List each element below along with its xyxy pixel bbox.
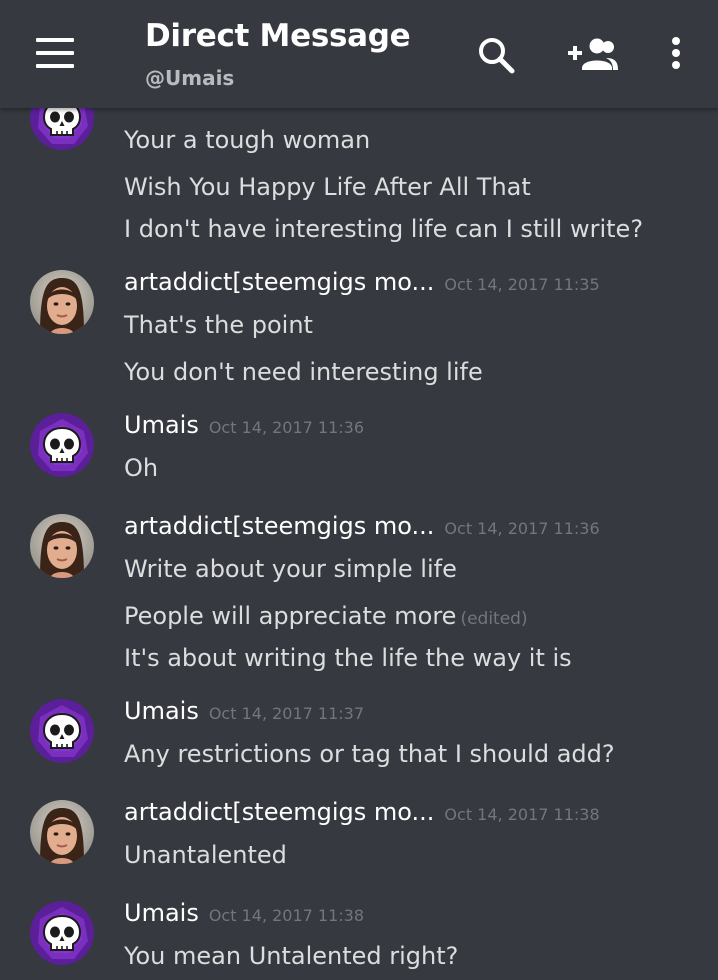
timestamp: Oct 14, 2017 11:36 [208, 418, 365, 437]
timestamp: Oct 14, 2017 11:38 [208, 906, 365, 925]
message-text: You don't need interesting life [124, 358, 483, 386]
message-header: artaddict[steemgigs mo... Oct 14, 2017 11… [124, 512, 600, 540]
skull-avatar-icon [30, 699, 94, 763]
message-text-edited: People will appreciate more (edited) [124, 602, 528, 630]
message-header: Umais Oct 14, 2017 11:37 [124, 697, 364, 725]
app-bar: Direct Message @Umais [0, 0, 718, 108]
user-photo-icon [30, 514, 94, 578]
message-list[interactable]: Your a tough woman Wish You Happy Life A… [0, 0, 718, 980]
avatar[interactable] [30, 270, 94, 334]
menu-icon[interactable] [36, 38, 76, 68]
more-vert-icon[interactable] [658, 34, 694, 74]
author-name[interactable]: artaddict[steemgigs mo... [124, 268, 434, 296]
author-name[interactable]: artaddict[steemgigs mo... [124, 798, 434, 826]
message-header: artaddict[steemgigs mo... Oct 14, 2017 11… [124, 798, 600, 826]
message-text: I don't have interesting life can I stil… [124, 215, 644, 243]
search-icon[interactable] [474, 34, 518, 74]
timestamp: Oct 14, 2017 11:35 [444, 275, 600, 294]
avatar[interactable] [30, 800, 94, 864]
timestamp: Oct 14, 2017 11:37 [208, 704, 365, 723]
message-text: You mean Untalented right? [124, 942, 459, 970]
message-text: That's the point [124, 311, 313, 339]
message-text: It's about writing the life the way it i… [124, 644, 572, 672]
message-text: Oh [124, 454, 159, 482]
message-text: Any restrictions or tag that I should ad… [124, 740, 615, 768]
message-header: Umais Oct 14, 2017 11:38 [124, 899, 364, 927]
avatar[interactable] [30, 413, 94, 477]
author-name[interactable]: artaddict[steemgigs mo... [124, 512, 434, 540]
add-friend-icon[interactable] [566, 34, 620, 74]
message-header: Umais Oct 14, 2017 11:36 [124, 411, 364, 439]
avatar[interactable] [30, 514, 94, 578]
message-text: Your a tough woman [124, 126, 371, 154]
message-text: People will appreciate more [124, 602, 457, 630]
message-text: Wish You Happy Life After All That [124, 173, 531, 201]
author-name[interactable]: Umais [124, 697, 199, 725]
author-name[interactable]: Umais [124, 899, 199, 927]
user-photo-icon [30, 270, 94, 334]
message-text: Write about your simple life [124, 555, 457, 583]
avatar[interactable] [30, 699, 94, 763]
user-photo-icon [30, 800, 94, 864]
skull-avatar-icon [30, 413, 94, 477]
timestamp: Oct 14, 2017 11:38 [444, 805, 600, 824]
page-title: Direct Message [145, 18, 411, 54]
message-header: artaddict[steemgigs mo... Oct 14, 2017 11… [124, 268, 600, 296]
skull-avatar-icon [30, 901, 94, 965]
author-name[interactable]: Umais [124, 411, 199, 439]
message-text: Unantalented [124, 841, 287, 869]
avatar[interactable] [30, 901, 94, 965]
edited-label: (edited) [460, 609, 528, 629]
channel-username: @Umais [145, 66, 235, 90]
timestamp: Oct 14, 2017 11:36 [444, 519, 600, 538]
